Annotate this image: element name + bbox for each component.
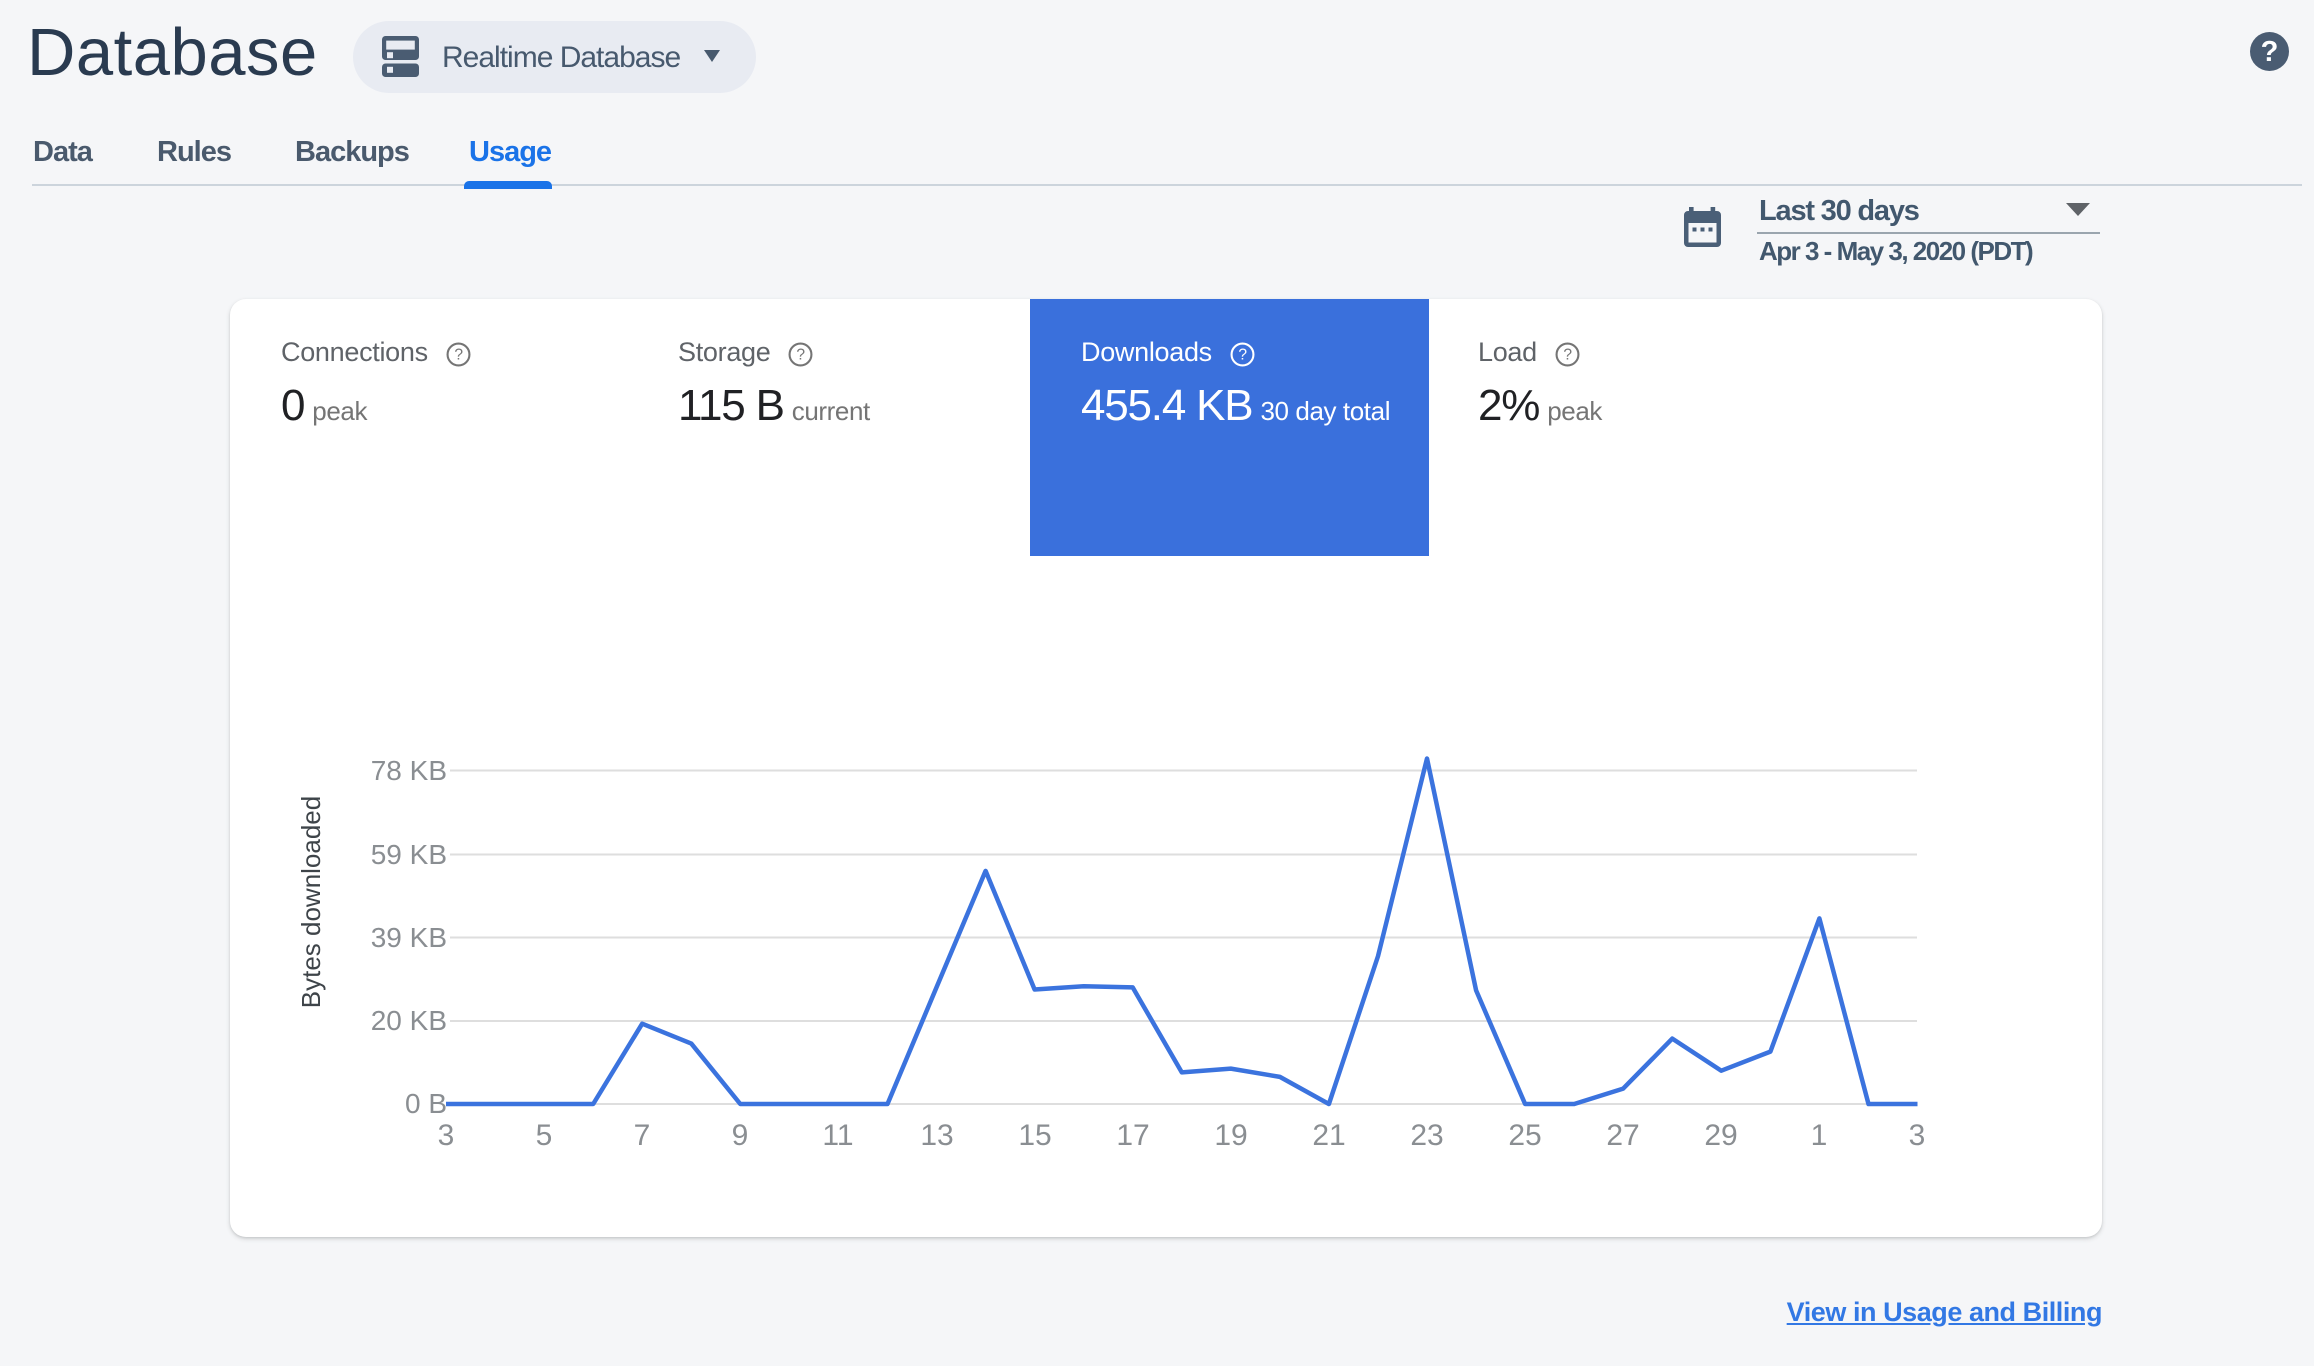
svg-text:17: 17 bbox=[1116, 1119, 1149, 1152]
svg-text:20 KB: 20 KB bbox=[371, 1005, 447, 1036]
svg-text:1: 1 bbox=[1811, 1119, 1828, 1152]
svg-text:11: 11 bbox=[822, 1119, 853, 1152]
svg-text:Bytes downloaded: Bytes downloaded bbox=[296, 796, 326, 1008]
svg-text:3: 3 bbox=[438, 1119, 455, 1152]
svg-text:29: 29 bbox=[1704, 1119, 1737, 1152]
svg-text:23: 23 bbox=[1410, 1119, 1443, 1152]
svg-text:0 B: 0 B bbox=[405, 1088, 447, 1119]
svg-text:9: 9 bbox=[732, 1119, 749, 1152]
svg-text:5: 5 bbox=[536, 1119, 553, 1152]
svg-text:39 KB: 39 KB bbox=[371, 922, 447, 953]
svg-text:19: 19 bbox=[1214, 1119, 1247, 1152]
svg-text:13: 13 bbox=[920, 1119, 953, 1152]
svg-text:7: 7 bbox=[634, 1119, 651, 1152]
svg-text:3: 3 bbox=[1909, 1119, 1926, 1152]
svg-text:59 KB: 59 KB bbox=[371, 839, 447, 870]
svg-text:25: 25 bbox=[1508, 1119, 1541, 1152]
svg-text:21: 21 bbox=[1312, 1119, 1345, 1152]
svg-text:27: 27 bbox=[1606, 1119, 1639, 1152]
svg-text:78 KB: 78 KB bbox=[371, 755, 447, 786]
svg-text:15: 15 bbox=[1018, 1119, 1051, 1152]
